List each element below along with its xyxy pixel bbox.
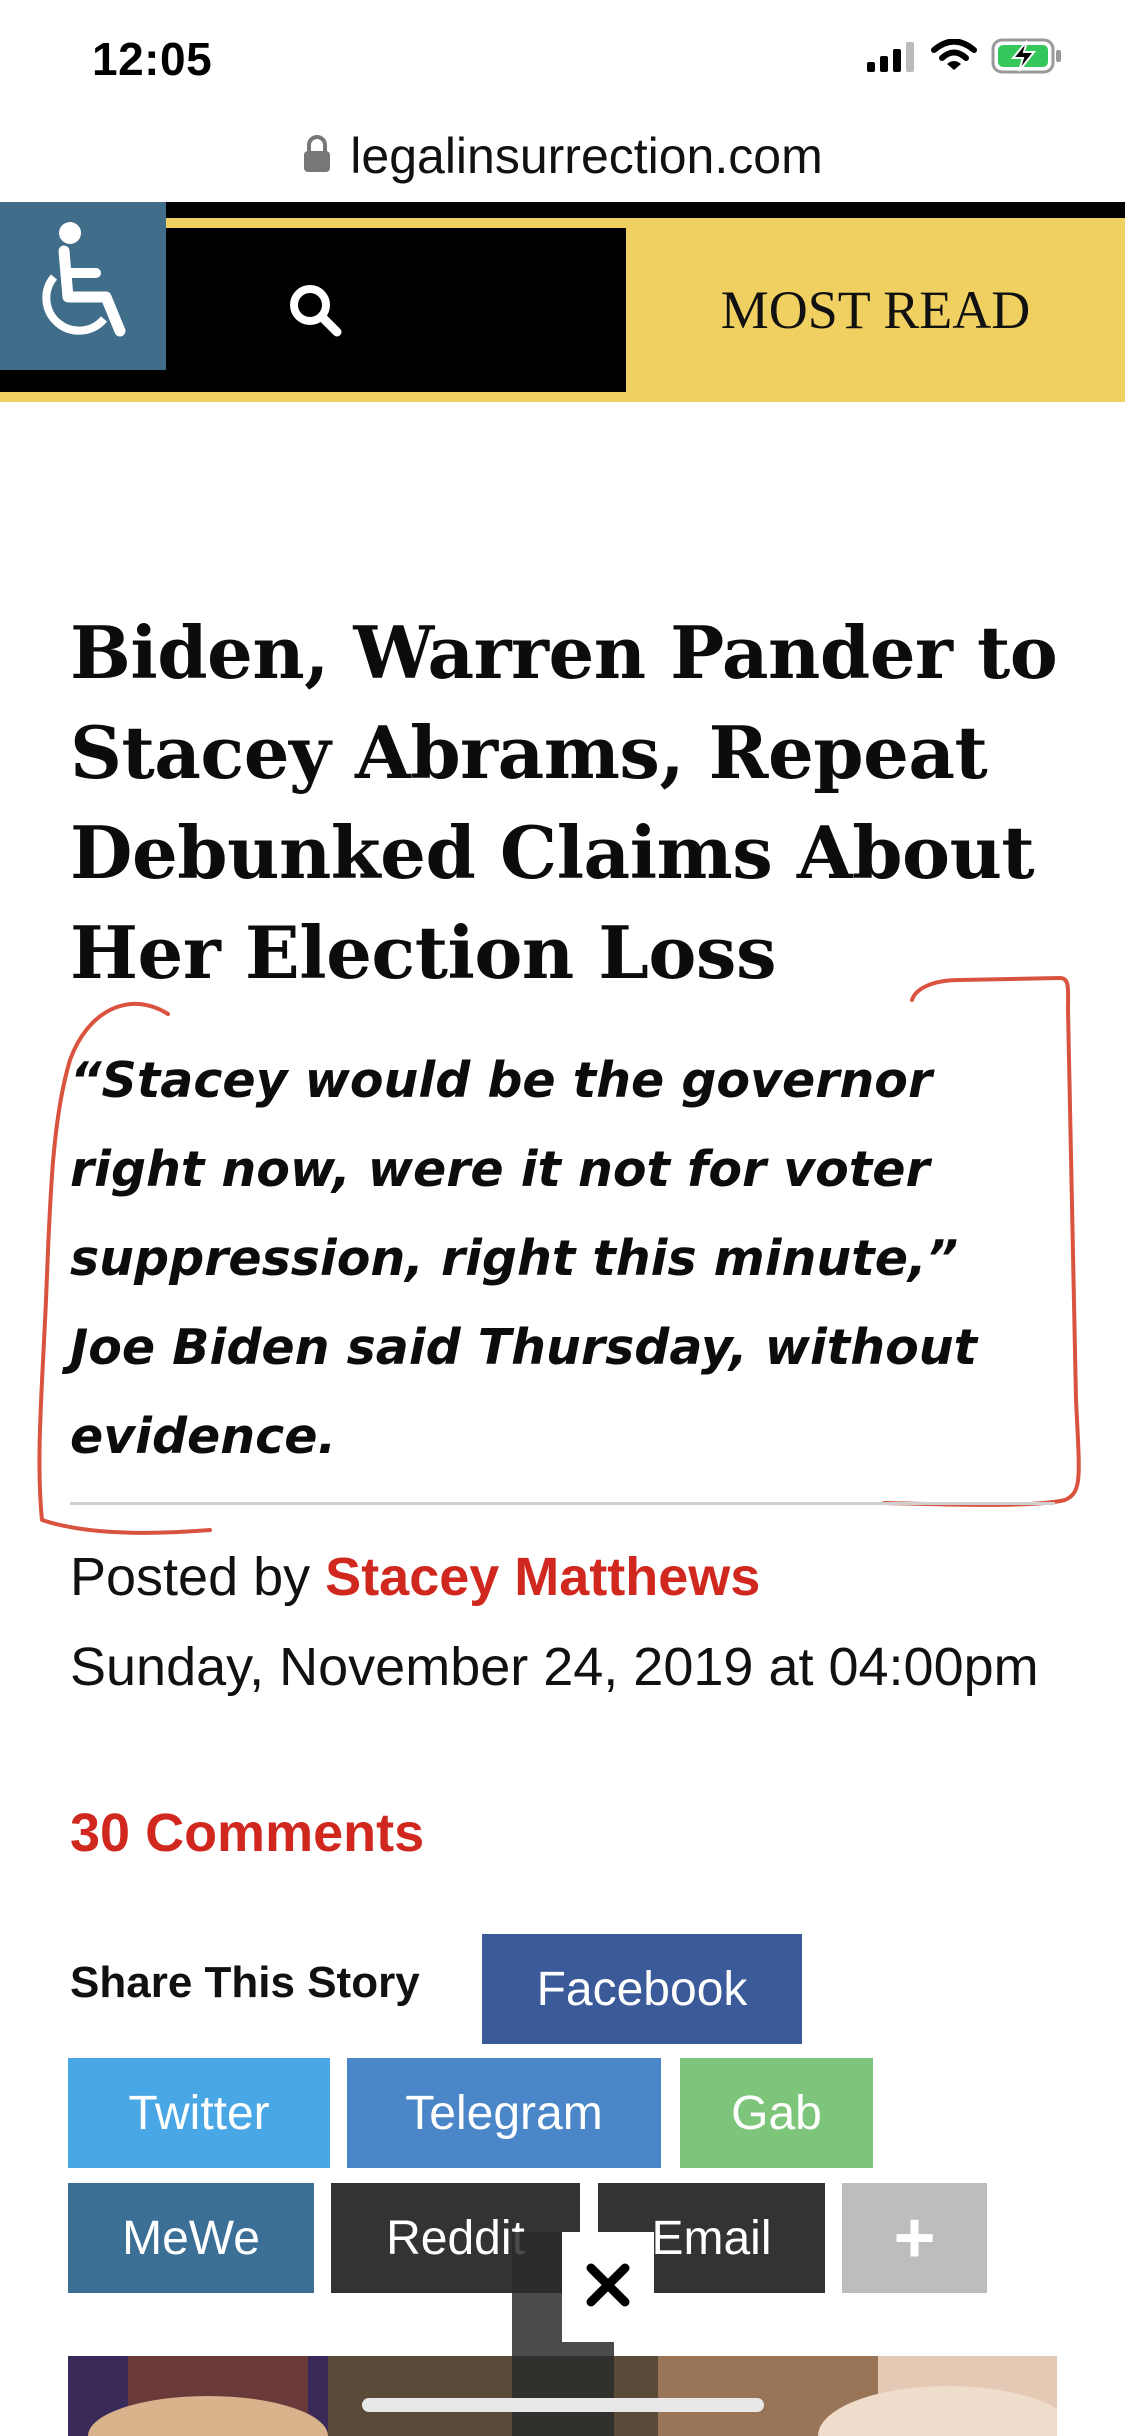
close-icon [583, 2260, 633, 2315]
url-text: legalinsurrection.com [350, 128, 823, 184]
wheelchair-icon [28, 219, 138, 354]
share-telegram-button[interactable]: Telegram [347, 2058, 661, 2168]
home-indicator[interactable] [362, 2398, 764, 2412]
article-title: Biden, Warren Pander to Stacey Abrams, R… [70, 610, 1058, 995]
accessibility-button[interactable] [0, 202, 166, 370]
header-search-area [166, 228, 626, 398]
posted-by-label: Posted by [70, 1547, 311, 1607]
post-date: Sunday, November 24, 2019 at 04:00pm [70, 1637, 1039, 1697]
share-more-button[interactable]: + [842, 2183, 987, 2293]
article-lead-quote: “Stacey would be the governor right now,… [70, 1052, 978, 1465]
search-button[interactable] [287, 282, 343, 342]
search-icon [287, 282, 343, 343]
wifi-icon [931, 38, 977, 78]
battery-charging-icon [991, 37, 1063, 80]
share-twitter-button[interactable]: Twitter [68, 2058, 330, 2168]
byline: Posted by Stacey Matthews Sunday, Novemb… [70, 1532, 1060, 1712]
status-icons [867, 36, 1063, 80]
status-bar: 12:05 [0, 0, 1125, 110]
site-header: MOST READ [0, 202, 1125, 402]
share-label: Share This Story [70, 1958, 420, 2007]
share-facebook-button[interactable]: Facebook [482, 1934, 802, 2044]
close-overlay-button[interactable] [562, 2232, 654, 2342]
comments-link[interactable]: 30 Comments [70, 1802, 424, 1864]
status-time: 12:05 [92, 33, 213, 85]
lock-icon [302, 134, 332, 179]
share-mewe-button[interactable]: MeWe [68, 2183, 314, 2293]
most-read-label: MOST READ [720, 280, 1031, 340]
most-read-button[interactable]: MOST READ [626, 218, 1125, 402]
share-gab-button[interactable]: Gab [680, 2058, 873, 2168]
signal-icon [867, 40, 917, 77]
author-link[interactable]: Stacey Matthews [325, 1547, 760, 1607]
lead-divider [70, 1502, 1055, 1505]
address-bar[interactable]: legalinsurrection.com [0, 110, 1125, 202]
header-accent-bottom [0, 392, 1125, 402]
